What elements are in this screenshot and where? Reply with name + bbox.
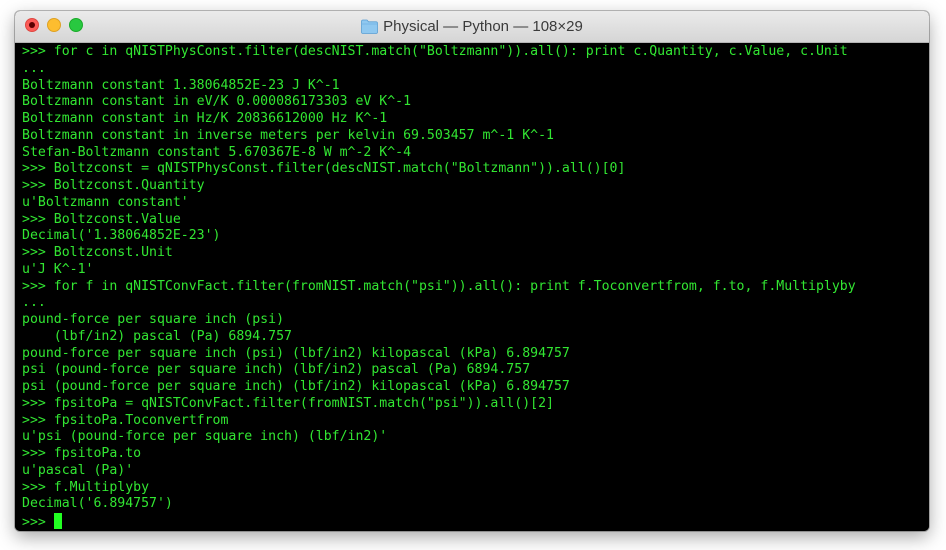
- terminal-line: u'pascal (Pa)': [22, 462, 134, 478]
- folder-icon: [361, 19, 379, 34]
- terminal-line: (lbf/in2) pascal (Pa) 6894.757: [22, 328, 292, 344]
- terminal-line: psi (pound-force per square inch) (lbf/i…: [22, 362, 531, 378]
- terminal-line: >>> Boltzconst.Unit: [22, 245, 173, 260]
- terminal-line: >>> f.Multiplyby: [22, 479, 150, 495]
- terminal-line: >>> fpsitoPa.to: [22, 446, 142, 461]
- title-bar[interactable]: Physical — Python — 108×29: [15, 11, 929, 43]
- close-button[interactable]: [25, 18, 39, 32]
- terminal-line: >>> fpsitoPa = qNISTConvFact.filter(from…: [22, 395, 554, 411]
- terminal-line: psi (pound-force per square inch) (lbf/i…: [22, 379, 570, 394]
- terminal-line: >>> fpsitoPa.Toconvertfrom: [22, 412, 229, 428]
- zoom-button[interactable]: [69, 18, 83, 32]
- terminal-line: Boltzmann constant in Hz/K 20836612000 H…: [22, 111, 388, 126]
- terminal-line: >>> for f in qNISTConvFact.filter(fromNI…: [22, 278, 856, 294]
- prompt-line[interactable]: >>>: [22, 513, 929, 530]
- terminal-line: u'psi (pound-force per square inch) (lbf…: [22, 429, 388, 445]
- terminal-line: Stefan-Boltzmann constant 5.670367E-8 W …: [22, 144, 412, 160]
- terminal-line: pound-force per square inch (psi): [22, 312, 285, 327]
- terminal-line: Boltzmann constant in inverse meters per…: [22, 127, 554, 143]
- terminal-line: Decimal('1.38064852E-23'): [22, 228, 221, 244]
- terminal-line: Boltzmann constant 1.38064852E-23 J K^-1: [22, 77, 340, 93]
- prompt: >>>: [22, 515, 46, 530]
- terminal-output[interactable]: >>> for c in qNISTPhysConst.filter(descN…: [15, 43, 929, 531]
- minimize-button[interactable]: [47, 18, 61, 32]
- terminal-line: >>> Boltzconst.Value: [22, 211, 181, 227]
- terminal-line: pound-force per square inch (psi) (lbf/i…: [22, 345, 570, 361]
- close-icon: [29, 22, 35, 28]
- terminal-line: u'J K^-1': [22, 261, 94, 277]
- terminal-window: Physical — Python — 108×29 >>> for c in …: [15, 11, 929, 531]
- terminal-line: Boltzmann constant in eV/K 0.00008617330…: [22, 94, 412, 110]
- terminal-line: Decimal('6.894757'): [22, 496, 173, 512]
- window-title-group: Physical — Python — 108×29: [15, 11, 929, 42]
- terminal-line: ...: [22, 295, 46, 311]
- terminal-line: u'Boltzmann constant': [22, 194, 189, 210]
- terminal-line: ...: [22, 60, 46, 76]
- terminal-line: >>> for c in qNISTPhysConst.filter(descN…: [22, 44, 848, 59]
- terminal-line: >>> Boltzconst.Quantity: [22, 178, 205, 193]
- window-title: Physical — Python — 108×29: [383, 18, 583, 35]
- cursor: [53, 513, 62, 529]
- terminal-line: >>> Boltzconst = qNISTPhysConst.filter(d…: [22, 161, 626, 177]
